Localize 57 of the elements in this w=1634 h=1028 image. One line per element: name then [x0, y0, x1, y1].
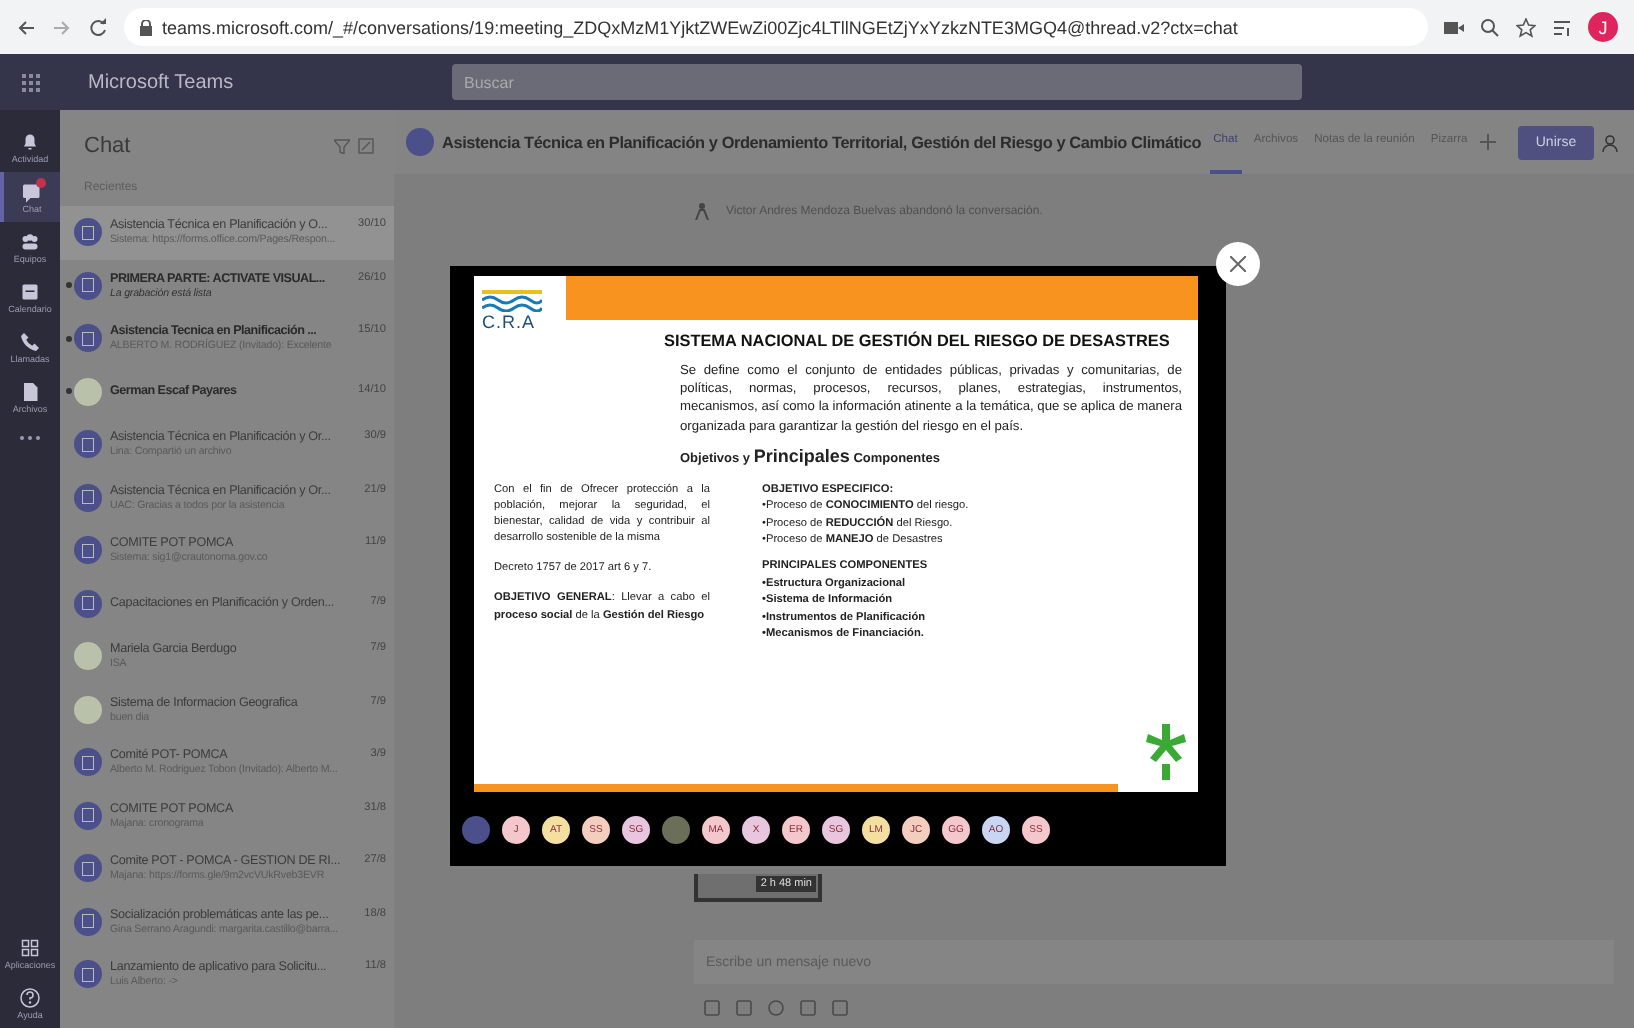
- close-button[interactable]: [1216, 242, 1260, 286]
- file-icon: [18, 380, 42, 404]
- meeting-avatar: [406, 128, 434, 156]
- filter-icon[interactable]: [334, 138, 350, 154]
- bell-icon: [18, 130, 42, 154]
- help-icon: [18, 986, 42, 1010]
- meeting-title: Asistencia Técnica en Planificación y Ordenamiento Territorial, Gestión del Riesgo y Cambio Climático: [442, 133, 1202, 151]
- back-icon[interactable]: [16, 17, 36, 37]
- waves-logo-icon: [482, 288, 542, 312]
- app-title: Microsoft Teams: [86, 71, 236, 93]
- compose-icon[interactable]: [358, 138, 374, 154]
- document-icon: [82, 225, 94, 240]
- document-icon: [82, 967, 94, 982]
- person-avatar: [74, 695, 102, 724]
- more-icon[interactable]: [18, 434, 42, 442]
- document-icon: [82, 861, 94, 876]
- reading-list-icon[interactable]: [1552, 17, 1572, 37]
- reload-icon[interactable]: [88, 17, 108, 37]
- chat-heading[interactable]: Chat: [84, 134, 326, 158]
- teams-icon: [18, 230, 42, 254]
- document-icon: [82, 755, 94, 770]
- participant-photo[interactable]: [662, 815, 690, 843]
- phone-icon: [18, 330, 42, 354]
- slide-title: SISTEMA NACIONAL DE GESTIÓN DEL RIESGO DE DESASTRES: [664, 332, 1172, 350]
- profile-avatar[interactable]: J: [1588, 12, 1618, 42]
- document-icon: [82, 278, 94, 293]
- document-icon: [82, 596, 94, 611]
- document-icon: [82, 808, 94, 823]
- zoom-icon[interactable]: [1480, 17, 1500, 37]
- bookmark-star-icon[interactable]: [1516, 17, 1536, 37]
- apps-icon: [18, 936, 42, 960]
- calendar-icon: [18, 280, 42, 304]
- people-icon[interactable]: [1602, 133, 1622, 151]
- lock-icon: [140, 19, 152, 35]
- chat-icon: [20, 180, 44, 204]
- document-icon: [82, 437, 94, 452]
- participant-avatar[interactable]: [462, 815, 490, 843]
- sticker-icon[interactable]: [832, 1000, 848, 1016]
- document-icon: [82, 914, 94, 929]
- person-leave-icon: [694, 202, 710, 220]
- address-bar[interactable]: teams.microsoft.com/_#/conversations/19:meeting_ZDQxMzM1YjktZWEwZi00Zjc4LTllNGEtZjYxYzkzNTE3MGQ4@thread.v2?ctx=chat: [124, 8, 1428, 46]
- format-icon[interactable]: [704, 1000, 720, 1016]
- emoji-icon[interactable]: [768, 1000, 784, 1016]
- add-icon[interactable]: [1479, 134, 1496, 150]
- attach-icon[interactable]: [736, 1000, 752, 1016]
- forward-icon[interactable]: [52, 17, 72, 37]
- document-icon: [82, 543, 94, 558]
- app-grid-icon[interactable]: [21, 73, 39, 91]
- logo-text: C.R.A: [482, 312, 536, 332]
- document-icon: [82, 331, 94, 346]
- camera-icon[interactable]: [1444, 19, 1464, 35]
- person-avatar: [74, 377, 102, 406]
- person-avatar: [74, 642, 102, 671]
- close-icon: [1230, 256, 1246, 272]
- document-icon: [82, 490, 94, 505]
- asterisk-logo-icon: [1142, 724, 1190, 780]
- gif-icon[interactable]: [800, 1000, 816, 1016]
